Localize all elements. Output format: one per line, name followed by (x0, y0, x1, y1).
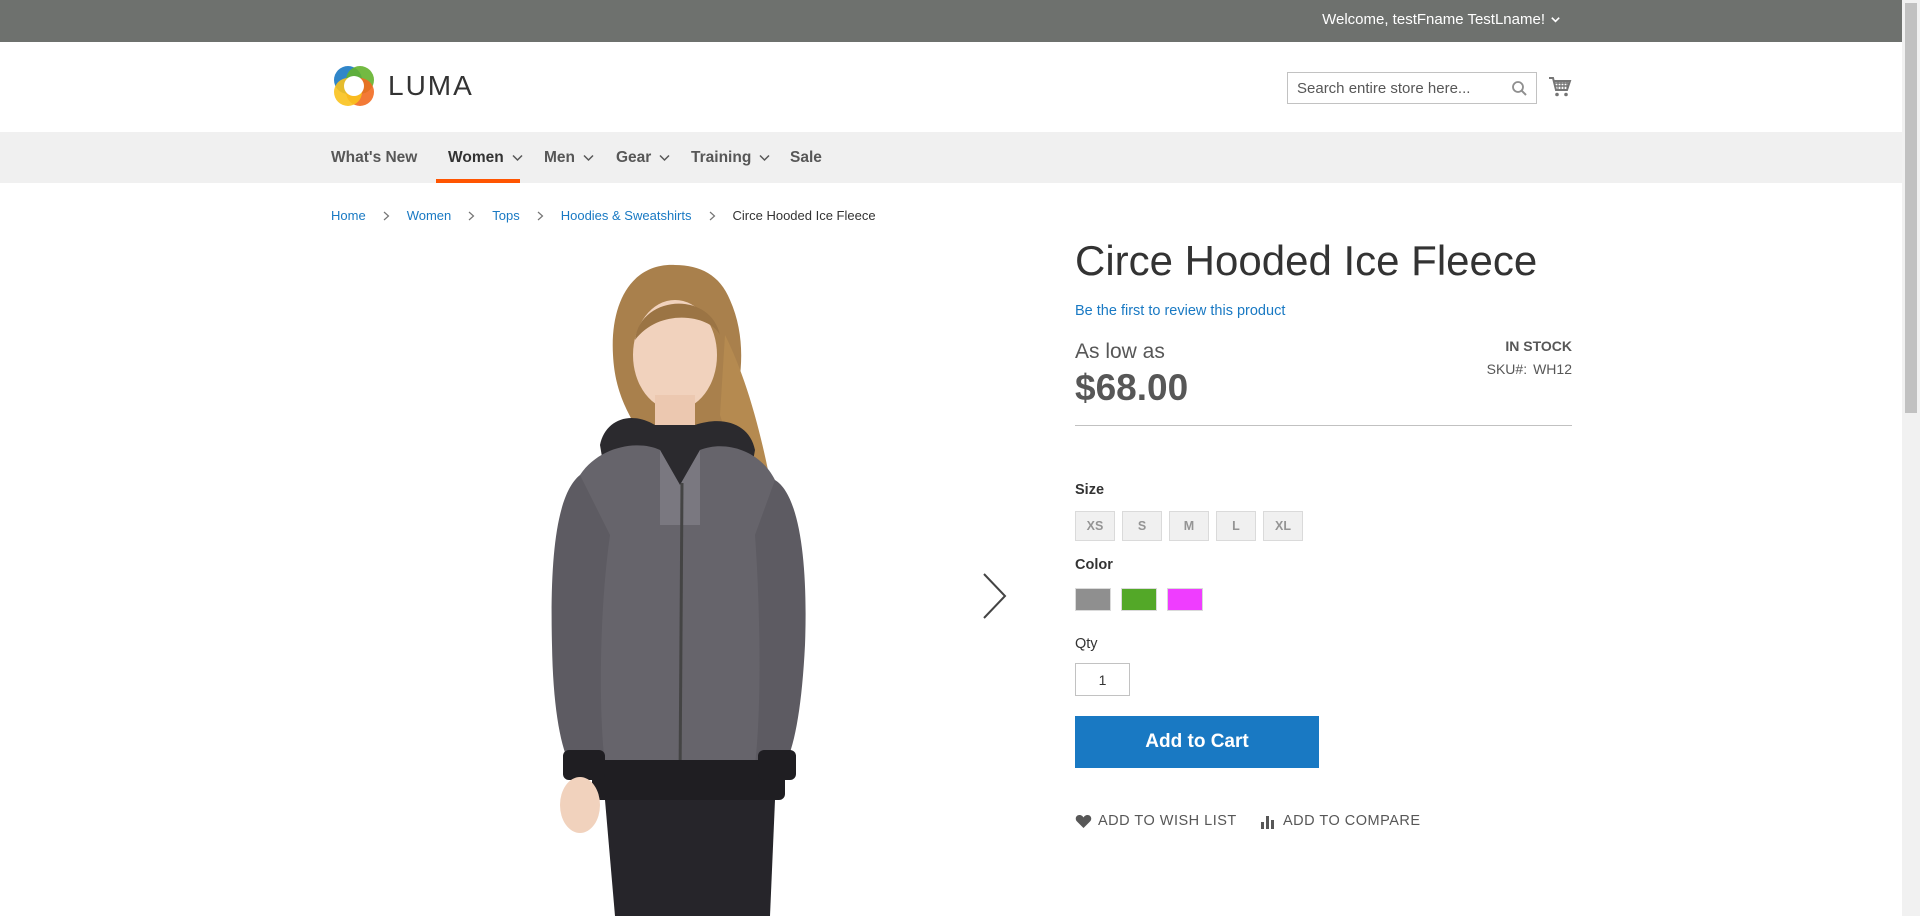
wishlist-label: ADD TO WISH LIST (1098, 813, 1237, 829)
add-to-wishlist-link[interactable]: ADD TO WISH LIST (1075, 813, 1237, 829)
heart-icon (1075, 814, 1092, 828)
nav-item-men[interactable]: Men (544, 132, 594, 183)
gallery-next-arrow[interactable] (980, 568, 1010, 624)
product-image[interactable] (330, 245, 1020, 916)
nav-item-label: Training (691, 148, 752, 166)
color-swatch-gray[interactable] (1075, 588, 1111, 611)
chevron-down-icon (1551, 17, 1560, 23)
main-navigation: What's New Women Men Gear Training Sale (0, 132, 1902, 183)
chevron-down-icon (512, 154, 523, 161)
price-prefix: As low as (1075, 340, 1165, 363)
add-to-compare-link[interactable]: ADD TO COMPARE (1260, 813, 1421, 829)
active-nav-underline (436, 179, 520, 183)
chevron-right-icon (537, 211, 544, 220)
chevron-down-icon (759, 154, 770, 161)
nav-item-training[interactable]: Training (691, 132, 770, 183)
nav-item-label: What's New (331, 148, 418, 166)
chevron-right-icon (709, 211, 715, 220)
color-options (1075, 588, 1203, 611)
divider (1075, 425, 1572, 426)
cart-icon[interactable] (1548, 75, 1572, 99)
sku-value: WH12 (1533, 361, 1572, 377)
chevron-right-icon (383, 211, 390, 220)
chevron-right-icon (468, 211, 475, 220)
size-option-xl[interactable]: XL (1263, 511, 1303, 541)
welcome-text: Welcome, testFname TestLname! (1322, 11, 1545, 28)
top-bar: Welcome, testFname TestLname! (0, 0, 1902, 42)
breadcrumb-home[interactable]: Home (331, 208, 366, 223)
scrollbar-thumb[interactable] (1905, 3, 1917, 413)
header: LUMA (0, 42, 1902, 132)
product-photo-model (551, 264, 806, 916)
sku-label: SKU#: (1486, 361, 1528, 377)
logo-text: LUMA (388, 70, 474, 101)
size-options: XS S M L XL (1075, 511, 1303, 541)
nav-item-whats-new[interactable]: What's New (331, 132, 417, 183)
page-scrollbar[interactable] (1902, 0, 1920, 916)
breadcrumb-current: Circe Hooded Ice Fleece (732, 208, 876, 223)
product-price: $68.00 (1075, 367, 1189, 408)
product-title: Circe Hooded Ice Fleece (1075, 237, 1538, 284)
nav-item-women[interactable]: Women (448, 132, 523, 183)
size-option-xs[interactable]: XS (1075, 511, 1115, 541)
color-label: Color (1075, 557, 1113, 573)
product-sku: SKU#: WH12 (1487, 361, 1572, 377)
breadcrumb-tops[interactable]: Tops (492, 208, 519, 223)
chevron-down-icon (659, 154, 670, 161)
nav-item-label: Men (544, 148, 575, 166)
color-swatch-green[interactable] (1121, 588, 1157, 611)
luma-logo-icon (334, 66, 374, 106)
compare-chart-icon (1261, 815, 1274, 829)
size-option-s[interactable]: S (1122, 511, 1162, 541)
stock-status: IN STOCK (1505, 338, 1572, 354)
size-option-m[interactable]: M (1169, 511, 1209, 541)
breadcrumb-hoodies[interactable]: Hoodies & Sweatshirts (561, 208, 692, 223)
compare-label: ADD TO COMPARE (1283, 813, 1421, 829)
breadcrumb: Home Women Tops Hoodies & Sweatshirts Ci… (331, 208, 876, 223)
add-to-cart-button[interactable]: Add to Cart (1075, 716, 1319, 768)
qty-label: Qty (1075, 636, 1098, 652)
nav-item-sale[interactable]: Sale (790, 132, 822, 183)
search-box (1287, 72, 1537, 104)
nav-item-label: Women (448, 148, 504, 166)
size-option-l[interactable]: L (1216, 511, 1256, 541)
luma-logo[interactable]: LUMA (331, 63, 474, 109)
size-label: Size (1075, 482, 1105, 498)
search-input[interactable] (1288, 73, 1503, 103)
color-swatch-purple[interactable] (1167, 588, 1203, 611)
breadcrumb-women[interactable]: Women (407, 208, 452, 223)
welcome-menu[interactable]: Welcome, testFname TestLname! (1322, 11, 1561, 28)
qty-input[interactable] (1075, 663, 1130, 696)
nav-item-label: Gear (616, 148, 652, 166)
nav-item-label: Sale (790, 148, 822, 166)
search-icon[interactable] (1511, 80, 1528, 97)
nav-item-gear[interactable]: Gear (616, 132, 670, 183)
review-link[interactable]: Be the first to review this product (1075, 303, 1285, 319)
chevron-down-icon (583, 154, 594, 161)
